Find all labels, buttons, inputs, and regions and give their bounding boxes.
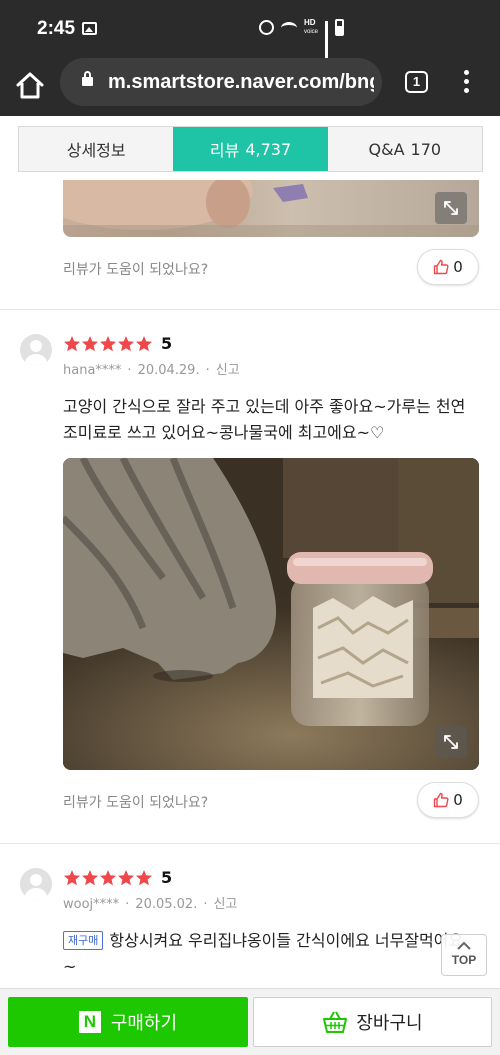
rating-score: 5 <box>161 334 173 353</box>
bottom-action-bar: N 구매하기 장바구니 <box>0 988 500 1055</box>
hd-label: HD <box>303 18 316 27</box>
status-time: 2:45 <box>37 18 76 39</box>
expand-icon <box>444 735 458 749</box>
top-label: TOP <box>451 953 477 967</box>
avatar <box>20 868 52 900</box>
lock-icon <box>82 71 93 86</box>
helpful-row: 리뷰가 도움이 되었나요? 0 <box>63 782 479 822</box>
review-photo-art <box>63 180 479 237</box>
hd-voice-icon: HD voice <box>304 19 318 36</box>
browser-toolbar: m.smartstore.naver.com/bngf 1 <box>0 58 500 116</box>
tab-qna-label: Q&A <box>368 139 405 159</box>
tab-switcher-button[interactable]: 1 <box>405 71 428 93</box>
star-icon <box>82 869 98 885</box>
battery-icon <box>335 19 344 36</box>
url-text: m.smartstore.naver.com/bngf <box>108 71 374 93</box>
tab-reviews-count: 4,737 <box>245 139 292 159</box>
review-text-block: 재구매 항상시켜요 우리집냐옹이들 간식이에요 너무잘먹어요~ <box>63 928 473 982</box>
star-icon <box>136 869 152 885</box>
star-icon <box>118 335 134 351</box>
star-rating: 5 <box>63 868 172 887</box>
review-meta: wooj**** · 20.05.02. · 신고 <box>63 897 238 912</box>
star-icon <box>82 335 98 351</box>
signal-icon <box>325 20 328 59</box>
dot-icon <box>463 70 469 75</box>
expand-icon <box>444 201 458 215</box>
review-date: 20.05.02. <box>135 897 198 912</box>
divider <box>0 309 500 310</box>
rating-score: 5 <box>161 868 173 887</box>
more-menu-button[interactable] <box>456 70 476 96</box>
wifi-icon <box>280 21 297 34</box>
cart-label: 장바구니 <box>356 1013 423 1034</box>
home-icon <box>16 72 44 99</box>
divider <box>0 843 500 844</box>
product-tabs: 상세정보 리뷰 4,737 Q&A 170 <box>18 126 483 172</box>
gallery-icon <box>82 22 97 35</box>
star-rating: 5 <box>63 334 172 353</box>
status-icons: HD voice <box>258 19 344 59</box>
star-icon <box>136 335 152 351</box>
home-button[interactable] <box>14 70 46 102</box>
tab-details[interactable]: 상세정보 <box>19 127 173 171</box>
report-link[interactable]: 신고 <box>213 897 237 912</box>
helpful-question: 리뷰가 도움이 되었나요? <box>63 795 209 811</box>
expand-image-button[interactable] <box>435 192 467 224</box>
review-date: 20.04.29. <box>137 363 200 378</box>
like-count: 0 <box>453 791 463 809</box>
review-text: 항상시켜요 우리집냐옹이들 간식이에요 너무잘먹어요~ <box>63 931 464 976</box>
buy-label: 구매하기 <box>110 1013 178 1034</box>
star-icon <box>100 335 116 351</box>
helpful-question: 리뷰가 도움이 되었나요? <box>63 262 209 278</box>
like-button[interactable]: 0 <box>417 782 479 818</box>
tab-reviews-label: 리뷰 <box>209 141 240 160</box>
alarm-icon <box>258 20 274 35</box>
tab-qna-count: 170 <box>410 139 442 159</box>
review-photo[interactable] <box>63 458 479 770</box>
expand-image-button[interactable] <box>435 726 467 758</box>
star-icon <box>100 869 116 885</box>
like-button[interactable]: 0 <box>417 249 479 285</box>
naver-pay-icon: N <box>78 1011 101 1033</box>
like-count: 0 <box>453 258 463 276</box>
url-bar[interactable]: m.smartstore.naver.com/bngf <box>60 58 382 106</box>
voice-label: voice <box>303 29 318 35</box>
thumbs-up-icon <box>434 259 449 275</box>
review-photo-art <box>63 458 479 770</box>
review-text: 고양이 간식으로 잘라 주고 있는데 아주 좋아요~가루는 천연 조미료로 쓰고… <box>63 397 466 442</box>
reviewer-id: hana**** <box>63 363 122 378</box>
scroll-top-button[interactable]: TOP <box>441 934 487 976</box>
dot-icon <box>463 88 469 93</box>
thumbs-up-icon <box>434 792 449 808</box>
basket-icon <box>323 1011 348 1033</box>
chevron-up-icon <box>457 941 471 950</box>
star-icon <box>118 869 134 885</box>
cart-button[interactable]: 장바구니 <box>253 997 492 1047</box>
tab-reviews[interactable]: 리뷰 4,737 <box>173 127 328 171</box>
avatar <box>20 334 52 366</box>
status-bar: 2:45 HD voice <box>0 0 500 59</box>
repurchase-badge: 재구매 <box>63 931 104 950</box>
tab-details-label: 상세정보 <box>66 141 126 160</box>
reviewer-id: wooj**** <box>63 897 120 912</box>
star-icon <box>64 869 80 885</box>
helpful-row: 리뷰가 도움이 되었나요? 0 <box>63 249 479 289</box>
dot-icon <box>463 79 469 84</box>
review-meta: hana**** · 20.04.29. · 신고 <box>63 363 240 378</box>
tab-qna[interactable]: Q&A 170 <box>328 127 482 171</box>
report-link[interactable]: 신고 <box>216 363 240 378</box>
buy-button[interactable]: N 구매하기 <box>8 997 248 1047</box>
star-icon <box>64 335 80 351</box>
review-photo[interactable] <box>63 180 479 237</box>
